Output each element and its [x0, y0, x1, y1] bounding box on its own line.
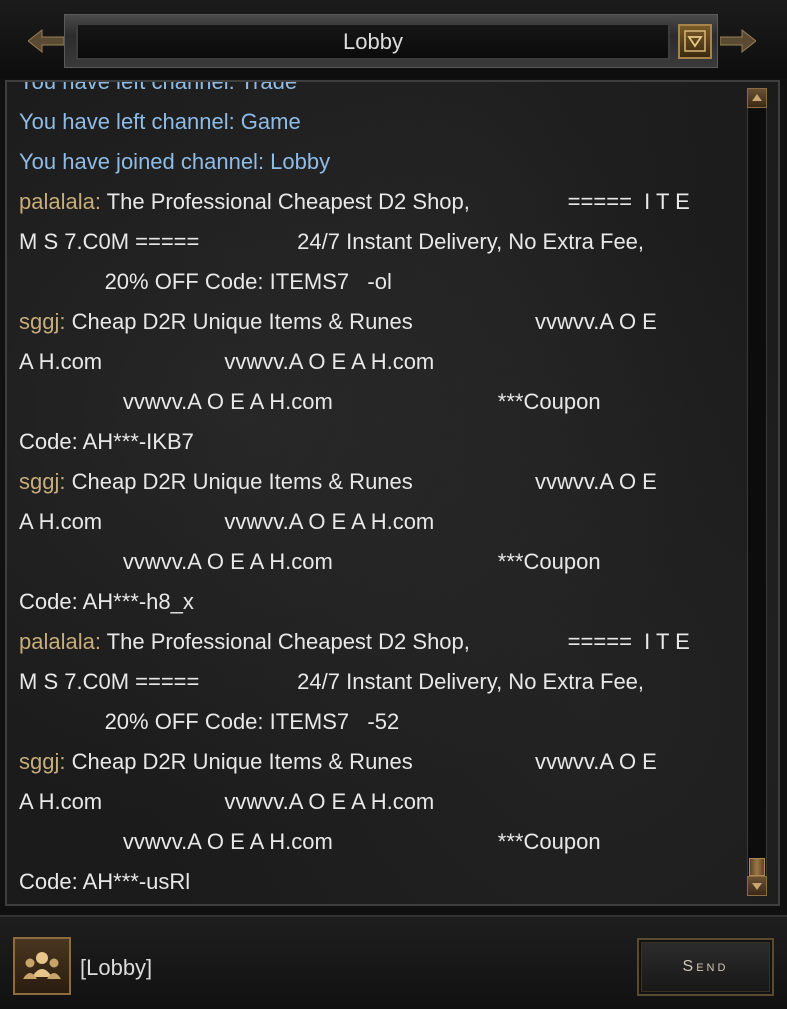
message-line: palalala: The Professional Cheapest D2 S…	[19, 622, 744, 662]
users-icon	[23, 952, 61, 979]
message-line: M S 7.C0M ===== 24/7 Instant Delivery, N…	[19, 222, 744, 262]
message-text: A H.com vvwvv.A O E A H.com	[19, 349, 435, 374]
ornament-left-icon	[28, 28, 64, 54]
message-line: sggj: Cheap D2R Unique Items & Runes vvw…	[19, 302, 744, 342]
message-list: You have left channel: Trade You have lef…	[19, 80, 744, 902]
title-bar: Lobby	[0, 0, 787, 78]
message-text: vvwvv.A O E A H.com ***Coupon	[19, 549, 601, 574]
message-text: A H.com vvwvv.A O E A H.com	[19, 789, 435, 814]
chevron-down-icon	[684, 30, 706, 52]
arrow-down-icon	[752, 883, 762, 890]
message-line: You have joined channel: Lobby	[19, 142, 744, 182]
message-text: 20% OFF Code: ITEMS7 -52	[19, 709, 400, 734]
message-text: Code: AH***-IKB7	[19, 429, 194, 454]
message-line: A H.com vvwvv.A O E A H.com	[19, 502, 744, 542]
channel-dropdown-button[interactable]	[678, 24, 712, 59]
system-message-text: You have joined channel: Lobby	[19, 149, 331, 174]
sender-name[interactable]: sggj:	[19, 749, 65, 774]
scrollbar-thumb[interactable]	[749, 858, 765, 876]
system-message-text: You have left channel: Trade	[19, 80, 298, 94]
message-text: Code: AH***-h8_x	[19, 589, 194, 614]
message-text: Code: AH***-usRl	[19, 869, 191, 894]
chat-message: You have left channel: Trade	[19, 80, 744, 102]
chat-input[interactable]	[78, 946, 622, 990]
message-line: A H.com vvwvv.A O E A H.com	[19, 782, 744, 822]
message-line: vvwvv.A O E A H.com ***Coupon	[19, 822, 744, 862]
message-line: sggj: Cheap D2R Unique Items & Runes vvw…	[19, 462, 744, 502]
message-text: vvwvv.A O E A H.com ***Coupon	[19, 829, 601, 854]
message-text: M S 7.C0M ===== 24/7 Instant Delivery, N…	[19, 669, 645, 694]
message-text: A H.com vvwvv.A O E A H.com	[19, 509, 435, 534]
chat-message: sggj: Cheap D2R Unique Items & Runes vvw…	[19, 742, 744, 902]
message-line: You have left channel: Trade	[19, 80, 744, 102]
message-line: Code: AH***-usRl	[19, 862, 744, 902]
message-line: vvwvv.A O E A H.com ***Coupon	[19, 382, 744, 422]
message-line: Code: AH***-h8_x	[19, 582, 744, 622]
system-message-text: You have left channel: Game	[19, 109, 301, 134]
send-button[interactable]: Send	[637, 938, 774, 996]
channel-users-button[interactable]	[13, 937, 71, 995]
chat-message: palalala: The Professional Cheapest D2 S…	[19, 622, 744, 742]
message-text: Cheap D2R Unique Items & Runes vvwvv.A O…	[65, 469, 657, 494]
message-line: 20% OFF Code: ITEMS7 -52	[19, 702, 744, 742]
chat-message: You have left channel: Game	[19, 102, 744, 142]
message-text: Cheap D2R Unique Items & Runes vvwvv.A O…	[65, 309, 657, 334]
message-line: palalala: The Professional Cheapest D2 S…	[19, 182, 744, 222]
message-text: Cheap D2R Unique Items & Runes vvwvv.A O…	[65, 749, 657, 774]
sender-name[interactable]: palalala:	[19, 189, 101, 214]
chat-log[interactable]: You have left channel: Trade You have lef…	[5, 80, 780, 906]
chat-message: sggj: Cheap D2R Unique Items & Runes vvw…	[19, 302, 744, 462]
message-text: 20% OFF Code: ITEMS7 -ol	[19, 269, 392, 294]
arrow-up-icon	[752, 94, 762, 101]
chat-message: sggj: Cheap D2R Unique Items & Runes vvw…	[19, 462, 744, 622]
ornament-right-icon	[720, 28, 756, 54]
channel-title[interactable]: Lobby	[76, 23, 670, 60]
sender-name[interactable]: sggj:	[19, 469, 65, 494]
message-line: vvwvv.A O E A H.com ***Coupon	[19, 542, 744, 582]
scrollbar-track[interactable]	[747, 88, 767, 896]
chat-message: palalala: The Professional Cheapest D2 S…	[19, 182, 744, 302]
sender-name[interactable]: sggj:	[19, 309, 65, 334]
message-line: sggj: Cheap D2R Unique Items & Runes vvw…	[19, 742, 744, 782]
scroll-down-button[interactable]	[747, 876, 767, 896]
message-text: The Professional Cheapest D2 Shop, =====…	[100, 189, 690, 214]
message-line: 20% OFF Code: ITEMS7 -ol	[19, 262, 744, 302]
message-line: You have left channel: Game	[19, 102, 744, 142]
scroll-up-button[interactable]	[747, 88, 767, 108]
message-line: A H.com vvwvv.A O E A H.com	[19, 342, 744, 382]
chat-message: You have joined channel: Lobby	[19, 142, 744, 182]
message-text: M S 7.C0M ===== 24/7 Instant Delivery, N…	[19, 229, 645, 254]
message-text: vvwvv.A O E A H.com ***Coupon	[19, 389, 601, 414]
sender-name[interactable]: palalala:	[19, 629, 101, 654]
message-text: The Professional Cheapest D2 Shop, =====…	[100, 629, 690, 654]
message-line: Code: AH***-IKB7	[19, 422, 744, 462]
message-line: M S 7.C0M ===== 24/7 Instant Delivery, N…	[19, 662, 744, 702]
